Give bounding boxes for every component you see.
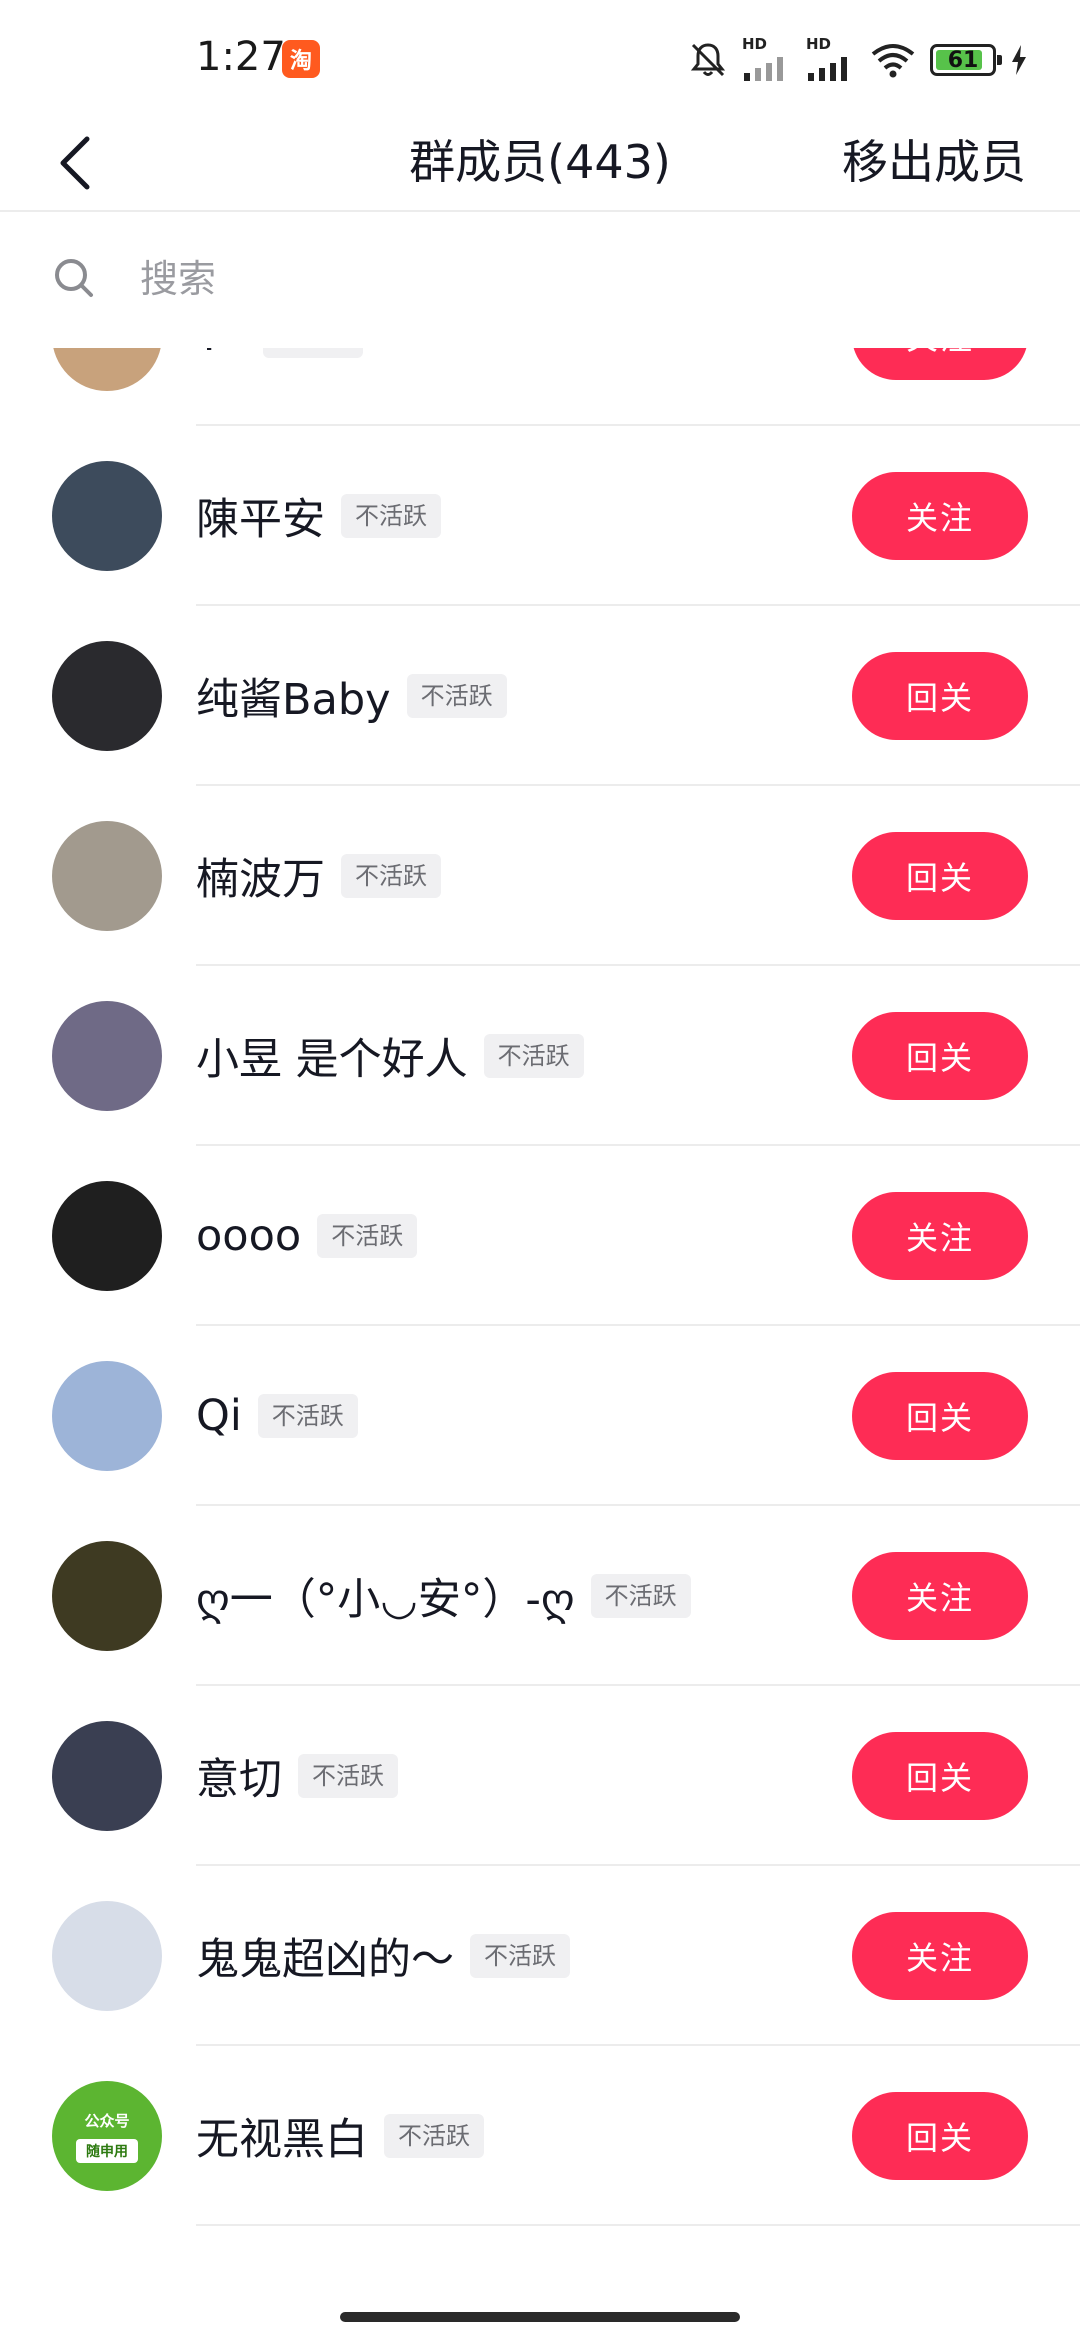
inactive-badge: 不活跃 [590, 1574, 691, 1618]
battery-icon: 61 [930, 44, 1002, 76]
follow-button[interactable]: 回关 [852, 1372, 1028, 1460]
inactive-badge: 不活跃 [257, 1394, 358, 1438]
status-bar: 1:27 淘 HD HD 61 [0, 0, 1080, 112]
follow-button[interactable]: 关注 [852, 1192, 1028, 1280]
member-row[interactable]: 楠波万 不活跃 回关 [0, 786, 1080, 966]
member-name[interactable]: 鬼鬼超凶的～ [196, 1925, 454, 1987]
inactive-badge: 不活跃 [341, 854, 441, 898]
inactive-badge: 不活跃 [317, 1214, 418, 1258]
member-row[interactable]: 纯酱Baby 不活跃 回关 [0, 606, 1080, 786]
taobao-app-icon: 淘 [282, 40, 320, 78]
remove-members-button[interactable]: 移出成员 [842, 122, 1026, 202]
follow-button[interactable]: 回关 [852, 652, 1028, 740]
member-info: 楠波万 不活跃 [196, 786, 441, 966]
search-icon [55, 259, 93, 297]
mute-bell-icon [690, 43, 726, 77]
home-indicator[interactable] [340, 2312, 740, 2322]
member-name[interactable]: Qi [196, 1391, 242, 1441]
wifi-icon [871, 44, 915, 78]
hd-label-1: HD [742, 35, 768, 53]
member-row[interactable]: 意切 不活跃 回关 [0, 1686, 1080, 1866]
member-name[interactable]: 楠波万 [196, 845, 325, 907]
search-input[interactable] [140, 244, 1020, 314]
avatar[interactable] [52, 1361, 162, 1471]
row-divider [196, 2224, 1080, 2226]
follow-button[interactable]: 回关 [852, 2092, 1028, 2180]
inactive-badge: 不活跃 [298, 1754, 398, 1798]
avatar-text-top: 公众号 [84, 2111, 130, 2130]
status-icons: HD HD 61 [688, 35, 1028, 84]
member-row[interactable]: oooo 不活跃 关注 [0, 1146, 1080, 1326]
follow-button[interactable]: 回关 [852, 1732, 1028, 1820]
avatar[interactable] [52, 461, 162, 571]
avatar[interactable] [52, 1181, 162, 1291]
member-row[interactable]: 陳平安 不活跃 关注 [0, 426, 1080, 606]
member-row[interactable]: Qi 不活跃 回关 [0, 1326, 1080, 1506]
battery-level: 61 [947, 47, 979, 73]
signal-hd-1-icon: HD [742, 35, 792, 81]
follow-button[interactable]: 回关 [852, 832, 1028, 920]
member-info: oooo 不活跃 [196, 1146, 418, 1326]
inactive-badge: 不活跃 [483, 1034, 584, 1078]
member-name[interactable]: 陳平安 [196, 485, 325, 547]
avatar[interactable] [52, 1721, 162, 1831]
member-name[interactable]: 无视黑白 [196, 2105, 368, 2167]
member-row[interactable]: ღ一（°小◡安°）-ღ 不活跃 关注 [0, 1506, 1080, 1686]
member-info: 小昱 是个好人 不活跃 [196, 966, 584, 1146]
avatar[interactable] [52, 641, 162, 751]
member-row[interactable]: 小昱 是个好人 不活跃 回关 [0, 966, 1080, 1146]
member-name[interactable]: Yᴵ² [196, 348, 247, 361]
member-name[interactable]: 纯酱Baby [196, 665, 391, 727]
member-info: 鬼鬼超凶的～ 不活跃 [196, 1866, 570, 2046]
avatar[interactable] [52, 348, 162, 391]
status-time: 1:27 [196, 34, 286, 80]
search-bar [0, 214, 1080, 344]
follow-button[interactable]: 关注 [852, 472, 1028, 560]
inactive-badge: 不活跃 [341, 494, 441, 538]
avatar[interactable] [52, 1541, 162, 1651]
follow-button[interactable]: 关注 [852, 1912, 1028, 2000]
member-row[interactable]: 公众号 随申用 无视黑白 不活跃 回关 [0, 2046, 1080, 2226]
avatar[interactable] [52, 1901, 162, 2011]
member-name[interactable]: oooo [196, 1211, 301, 1261]
inactive-badge: 不活跃 [406, 674, 507, 718]
follow-button[interactable]: 关注 [852, 1552, 1028, 1640]
member-info: 无视黑白 不活跃 [196, 2046, 484, 2226]
member-info: ღ一（°小◡安°）-ღ 不活跃 [196, 1506, 691, 1686]
avatar-text-bottom: 随申用 [76, 2138, 138, 2163]
signal-hd-2-icon: HD [806, 35, 856, 81]
member-name[interactable]: 小昱 是个好人 [196, 1025, 468, 1087]
member-info: Yᴵ² 不活跃 [196, 348, 364, 426]
inactive-badge: 不活跃 [263, 348, 364, 358]
member-info: Qi 不活跃 [196, 1326, 358, 1506]
member-row[interactable]: 鬼鬼超凶的～ 不活跃 关注 [0, 1866, 1080, 2046]
member-name[interactable]: ღ一（°小◡安°）-ღ [196, 1565, 575, 1627]
member-list: Yᴵ²不活跃关注陳平安不活跃关注纯酱Baby不活跃回关楠波万不活跃回关小昱 是个… [0, 348, 1080, 2226]
avatar[interactable] [52, 1001, 162, 1111]
member-info: 意切 不活跃 [196, 1686, 398, 1866]
member-row[interactable]: Yᴵ² 不活跃 关注 [0, 348, 1080, 426]
avatar[interactable] [52, 821, 162, 931]
member-info: 陳平安 不活跃 [196, 426, 441, 606]
follow-button[interactable]: 回关 [852, 1012, 1028, 1100]
hd-label-2: HD [806, 35, 832, 53]
nav-bar: 群成员(443) 移出成员 [0, 112, 1080, 212]
follow-button[interactable]: 关注 [852, 348, 1028, 380]
avatar[interactable]: 公众号 随申用 [52, 2081, 162, 2191]
member-list-viewport[interactable]: Yᴵ²不活跃关注陳平安不活跃关注纯酱Baby不活跃回关楠波万不活跃回关小昱 是个… [0, 348, 1080, 2288]
inactive-badge: 不活跃 [384, 2114, 484, 2158]
member-info: 纯酱Baby 不活跃 [196, 606, 507, 786]
member-name[interactable]: 意切 [196, 1745, 282, 1807]
group-members-screen: 1:27 淘 HD HD 61 群成员(443) 移出成员 搜索 陳平安 不活跃… [0, 0, 1080, 2340]
inactive-badge: 不活跃 [470, 1934, 570, 1978]
charging-icon [1012, 45, 1026, 75]
